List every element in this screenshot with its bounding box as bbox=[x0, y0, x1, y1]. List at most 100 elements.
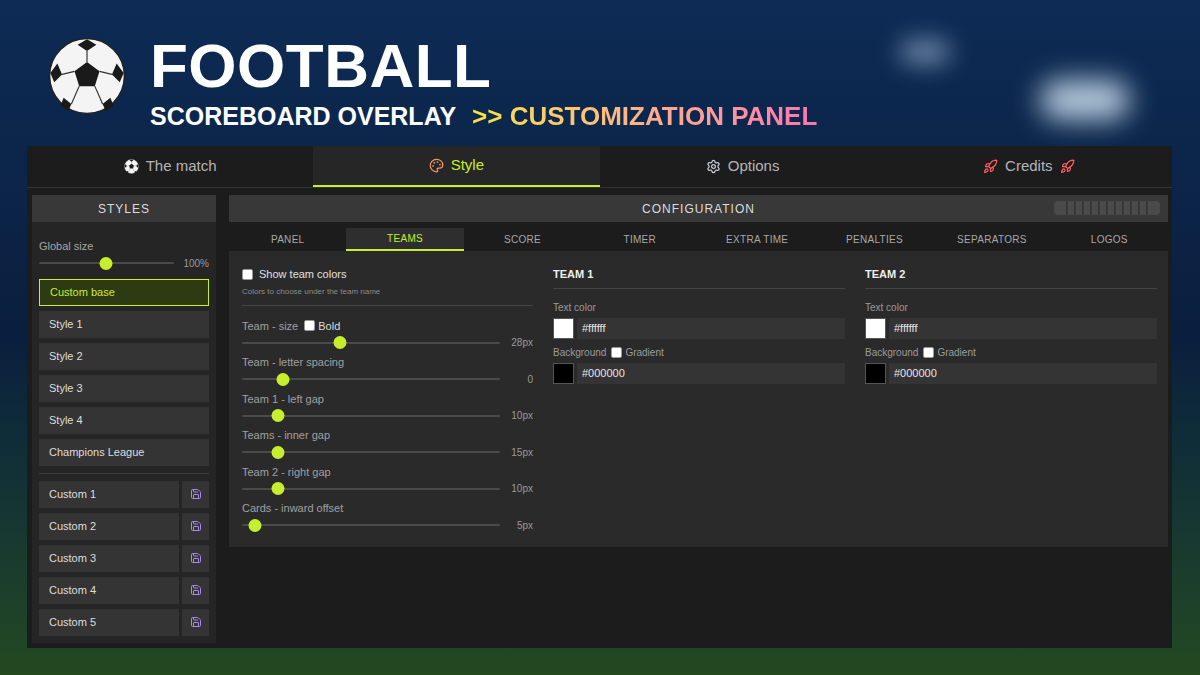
slider[interactable] bbox=[242, 373, 500, 386]
slider-value: 5px bbox=[506, 518, 533, 533]
field-label: Text color bbox=[553, 300, 845, 315]
slider-track bbox=[242, 342, 500, 344]
config-tab[interactable]: TIMER bbox=[581, 228, 698, 251]
panel-header: STYLES bbox=[32, 195, 216, 222]
checkbox[interactable] bbox=[242, 269, 253, 280]
color-swatch[interactable] bbox=[553, 363, 574, 384]
config-tab[interactable]: SCORE bbox=[464, 228, 581, 251]
page: FOOTBALLSCOREBOARD OVERLAY>> CUSTOMIZATI… bbox=[0, 0, 1200, 675]
slider-thumb[interactable] bbox=[248, 519, 261, 532]
slider[interactable] bbox=[39, 257, 174, 270]
field-label: Text color bbox=[865, 300, 1157, 315]
custom-slot: Custom 2 bbox=[39, 513, 209, 540]
main-tabs: The matchStyleOptionsCredits bbox=[27, 146, 1172, 188]
save-button[interactable] bbox=[182, 577, 209, 604]
slider-thumb[interactable] bbox=[272, 482, 285, 495]
color-field: #000000 bbox=[865, 363, 1157, 384]
show-team-colors[interactable]: Show team colors bbox=[242, 266, 533, 283]
color-input[interactable]: #000000 bbox=[889, 363, 1157, 384]
config-tab[interactable]: EXTRA TIME bbox=[699, 228, 816, 251]
custom-style-button[interactable]: Custom 1 bbox=[39, 481, 179, 508]
slider-row: 28px bbox=[242, 335, 533, 350]
config-tab[interactable]: SEPARATORS bbox=[933, 228, 1050, 251]
slider-thumb[interactable] bbox=[272, 446, 285, 459]
color-input[interactable]: #ffffff bbox=[889, 318, 1157, 339]
slider-row: 10px bbox=[242, 481, 533, 496]
floppy-icon bbox=[190, 616, 202, 628]
checkbox[interactable] bbox=[304, 320, 315, 331]
slider-thumb[interactable] bbox=[272, 409, 285, 422]
field-label: Background bbox=[865, 345, 918, 360]
global-size-label: Global size bbox=[39, 238, 209, 255]
setting-slider: Team 1 - left gap10px bbox=[242, 391, 533, 424]
custom-slot: Custom 1 bbox=[39, 481, 209, 508]
slider[interactable] bbox=[242, 446, 500, 459]
checkbox[interactable] bbox=[923, 347, 934, 358]
style-preset[interactable]: Style 3 bbox=[39, 375, 209, 402]
slider-row: 5px bbox=[242, 518, 533, 533]
separator bbox=[242, 305, 533, 306]
slider[interactable] bbox=[242, 409, 500, 422]
floppy-icon bbox=[190, 584, 202, 596]
header: FOOTBALLSCOREBOARD OVERLAY>> CUSTOMIZATI… bbox=[0, 0, 1200, 146]
style-preset[interactable]: Style 4 bbox=[39, 407, 209, 434]
slider[interactable] bbox=[242, 519, 500, 532]
slider-thumb[interactable] bbox=[334, 336, 347, 349]
rocket-icon bbox=[983, 159, 998, 174]
config-tab[interactable]: TEAMS bbox=[346, 228, 463, 251]
color-field: #ffffff bbox=[553, 318, 845, 339]
slider-label: Teams - inner gap bbox=[242, 427, 330, 444]
team-config: TEAM 2Text color#ffffffBackgroundGradien… bbox=[865, 266, 1157, 533]
main-tab[interactable]: Style bbox=[313, 146, 599, 187]
custom-style-button[interactable]: Custom 4 bbox=[39, 577, 179, 604]
teams-config: Show team colorsColors to choose under t… bbox=[229, 251, 1168, 547]
slider[interactable] bbox=[242, 336, 500, 349]
main-tab[interactable]: Credits bbox=[886, 146, 1172, 187]
color-input[interactable]: #000000 bbox=[577, 363, 845, 384]
main-tab[interactable]: Options bbox=[600, 146, 886, 187]
color-swatch[interactable] bbox=[865, 363, 886, 384]
bold-option[interactable]: Bold bbox=[304, 318, 340, 335]
custom-style-button[interactable]: Custom 2 bbox=[39, 513, 179, 540]
floppy-icon bbox=[190, 488, 202, 500]
custom-style-button[interactable]: Custom 3 bbox=[39, 545, 179, 572]
main-tab[interactable]: The match bbox=[27, 146, 313, 187]
config-tabs: PANELTEAMSSCORETIMEREXTRA TIMEPENALTIESS… bbox=[229, 228, 1168, 251]
slider-value: 0 bbox=[506, 372, 533, 387]
configuration-panel: CONFIGURATION PANELTEAMSSCORETIMEREXTRA T… bbox=[229, 195, 1168, 643]
custom-style-button[interactable]: Custom 5 bbox=[39, 609, 179, 636]
style-preset[interactable]: Custom base bbox=[39, 279, 209, 306]
soccer-ball-icon bbox=[48, 37, 126, 115]
panel-header: CONFIGURATION bbox=[229, 195, 1168, 222]
config-tab[interactable]: PANEL bbox=[229, 228, 346, 251]
config-tab[interactable]: LOGOS bbox=[1051, 228, 1168, 251]
rocket-icon bbox=[1060, 159, 1075, 174]
resize-handle[interactable] bbox=[1054, 201, 1160, 215]
palette-icon bbox=[429, 158, 444, 173]
color-swatch[interactable] bbox=[865, 318, 886, 339]
slider-value: 28px bbox=[506, 335, 533, 350]
checkbox[interactable] bbox=[611, 347, 622, 358]
floppy-icon bbox=[190, 552, 202, 564]
color-input[interactable]: #ffffff bbox=[577, 318, 845, 339]
style-preset[interactable]: Style 2 bbox=[39, 343, 209, 370]
save-button[interactable] bbox=[182, 513, 209, 540]
field-label: Background bbox=[553, 345, 606, 360]
save-button[interactable] bbox=[182, 545, 209, 572]
setting-slider: Cards - inward offset5px bbox=[242, 500, 533, 533]
slider-track bbox=[242, 524, 500, 526]
styles-panel: STYLESGlobal size100%Custom baseStyle 1S… bbox=[32, 195, 216, 643]
save-button[interactable] bbox=[182, 609, 209, 636]
slider-thumb[interactable] bbox=[277, 373, 290, 386]
gradient-option[interactable]: Gradient bbox=[923, 345, 975, 360]
save-button[interactable] bbox=[182, 481, 209, 508]
separator bbox=[39, 473, 209, 474]
slider-label: Team - letter spacing bbox=[242, 354, 344, 371]
style-preset[interactable]: Champions League bbox=[39, 439, 209, 466]
slider-thumb[interactable] bbox=[100, 257, 113, 270]
gradient-option[interactable]: Gradient bbox=[611, 345, 663, 360]
slider[interactable] bbox=[242, 482, 500, 495]
style-preset[interactable]: Style 1 bbox=[39, 311, 209, 338]
config-tab[interactable]: PENALTIES bbox=[816, 228, 933, 251]
color-swatch[interactable] bbox=[553, 318, 574, 339]
